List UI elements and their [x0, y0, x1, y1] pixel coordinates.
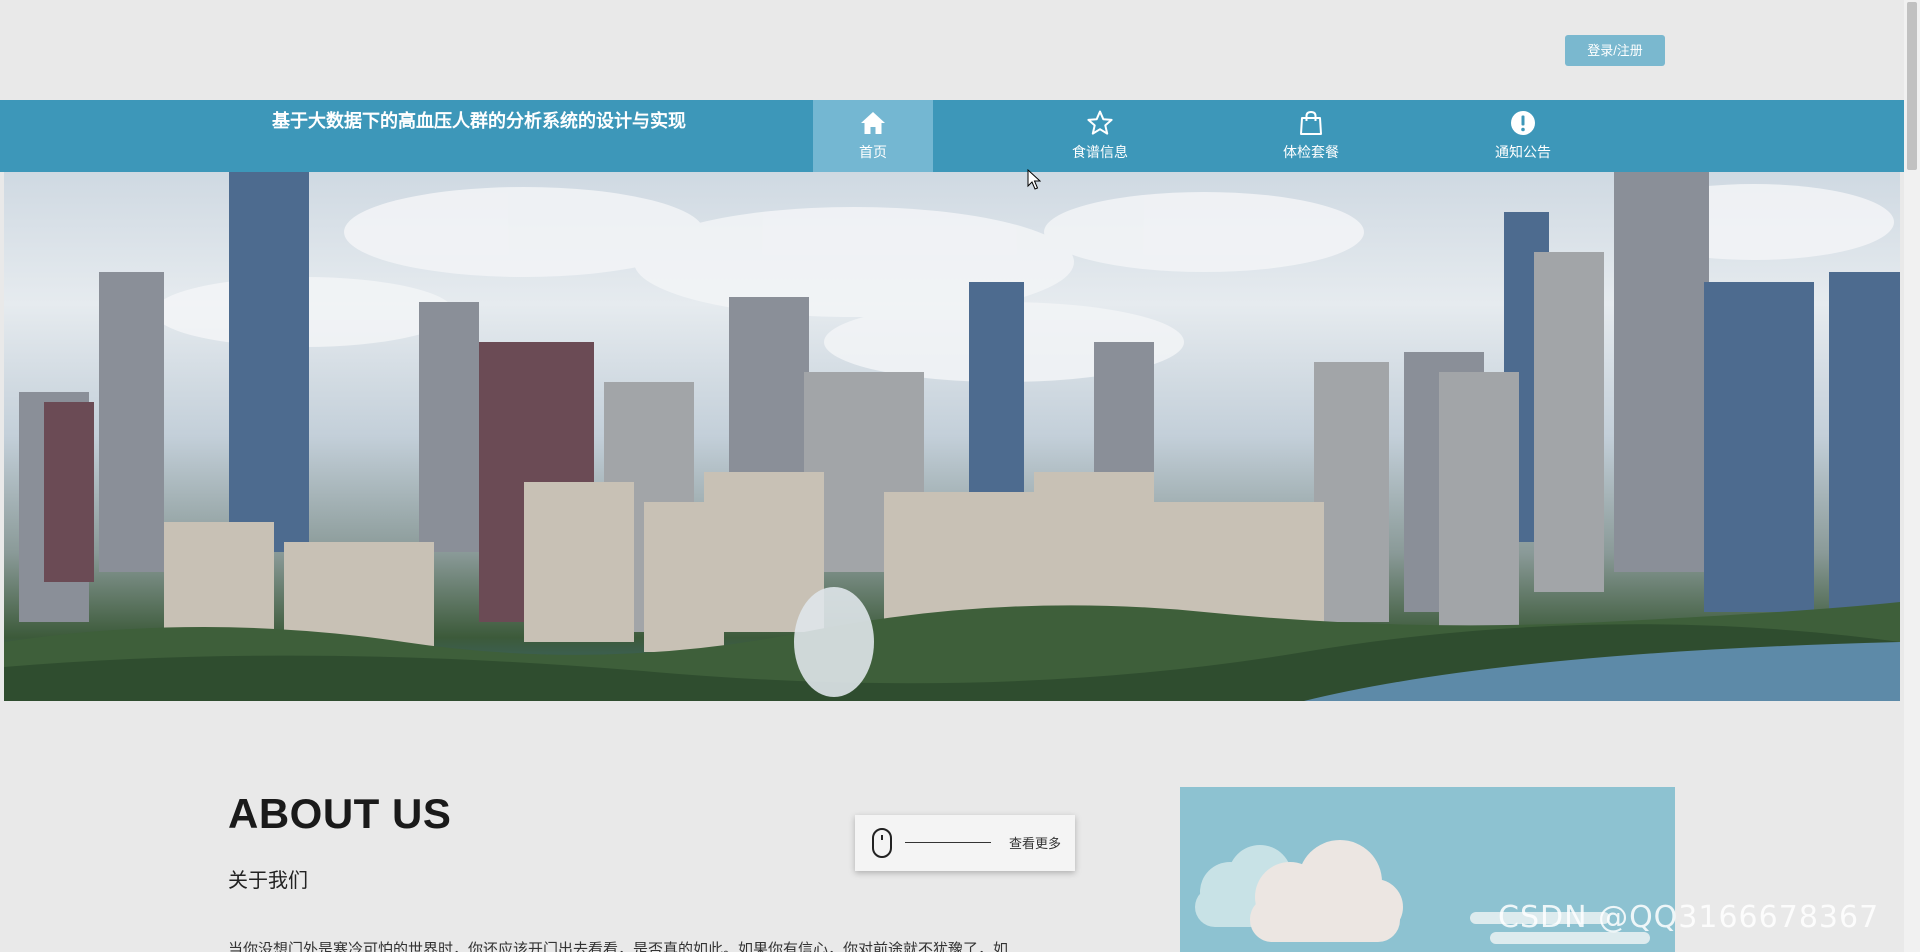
home-icon: [861, 112, 885, 134]
view-more-label: 查看更多: [1009, 837, 1062, 852]
nav-bar: 基于大数据下的高血压人群的分析系统的设计与实现 首页 食谱信息 体检套餐 通知公…: [0, 100, 1904, 172]
mouse-cursor-icon: [1027, 169, 1041, 190]
city-skyline-image: [4, 172, 1900, 701]
skyline-illustration: [4, 172, 1900, 701]
shopping-bag-icon: [1300, 110, 1322, 135]
mouse-icon: [872, 828, 892, 858]
star-icon: [1087, 110, 1113, 135]
nav-item-notices[interactable]: 通知公告: [1463, 100, 1583, 172]
nav-label: 食谱信息: [1072, 145, 1128, 161]
nav-label: 首页: [859, 145, 887, 161]
site-title: 基于大数据下的高血压人群的分析系统的设计与实现: [272, 111, 686, 132]
divider-line: [905, 842, 991, 843]
nav-item-recipes[interactable]: 食谱信息: [1040, 100, 1160, 172]
watermark: CSDN @QQ3166678367: [1498, 900, 1880, 935]
nav-label: 体检套餐: [1283, 145, 1339, 161]
nav-label: 通知公告: [1495, 145, 1551, 161]
view-more-button[interactable]: 查看更多: [855, 815, 1075, 871]
page: 登录/注册 基于大数据下的高血压人群的分析系统的设计与实现 首页 食谱信息 体检…: [0, 0, 1920, 952]
vertical-scrollbar[interactable]: [1904, 0, 1920, 952]
nav-item-checkup[interactable]: 体检套餐: [1251, 100, 1371, 172]
about-title: ABOUT US: [228, 790, 452, 837]
exclamation-circle-icon: [1511, 111, 1535, 135]
nav-item-home[interactable]: 首页: [813, 100, 933, 172]
about-text: 当你没想门外是寒冷可怕的世界时，你还应该开门出去看看，是否真的如此。如果你有信心…: [228, 940, 1009, 952]
scroll-thumb[interactable]: [1907, 2, 1917, 170]
about-subtitle: 关于我们: [228, 868, 308, 892]
login-register-button[interactable]: 登录/注册: [1565, 35, 1665, 66]
top-bar: 登录/注册: [0, 0, 1904, 100]
